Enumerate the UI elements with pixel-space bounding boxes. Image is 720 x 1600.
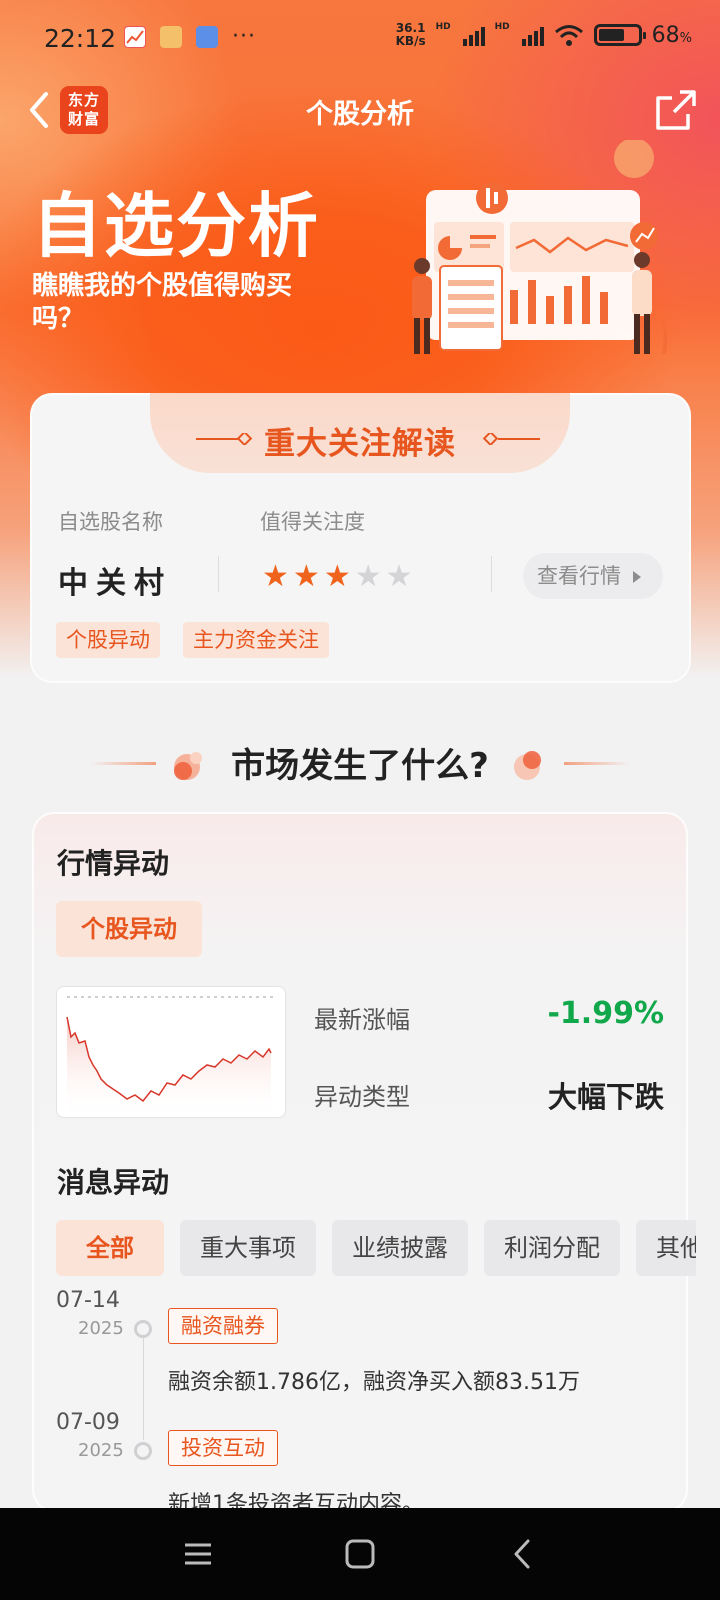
net-speed: 36.1 KB/s [395, 21, 426, 48]
stock-name-label: 自选股名称 [58, 510, 163, 534]
star-icon: ★ [323, 559, 351, 594]
focus-card-title: 重大关注解读 [264, 426, 456, 462]
banner-subtitle: 瞧瞧我的个股值得购买吗？ [32, 271, 293, 334]
battery-percent: 68% [651, 22, 692, 48]
stock-name: 中关村 [58, 566, 172, 601]
tag-main-capital: 主力资金关注 [183, 622, 329, 658]
analysis-illustration-icon [412, 140, 668, 354]
filter-tab-dividend[interactable]: 利润分配 [484, 1220, 620, 1276]
news-tag: 融资融券 [168, 1308, 278, 1344]
baidu-app-icon [196, 26, 218, 48]
heading-line [564, 762, 630, 765]
banner-title: 自选分析 [32, 185, 320, 267]
news-anomaly-title: 消息异动 [57, 1166, 170, 1199]
news-tag: 投资互动 [168, 1430, 278, 1466]
bubble-icon [514, 751, 541, 780]
star-empty-icon: ★ [385, 559, 413, 594]
star-empty-icon: ★ [354, 559, 382, 594]
triangle-right-icon [632, 571, 641, 583]
intraday-mini-chart[interactable] [56, 986, 286, 1118]
signal-icon [462, 24, 485, 46]
filter-tab-earnings[interactable]: 业绩披露 [332, 1220, 468, 1276]
tag-stock-anomaly: 个股异动 [56, 622, 160, 658]
divider [218, 556, 219, 592]
filter-tab-other[interactable]: 其他 [636, 1220, 696, 1276]
hd-label: HD [435, 22, 451, 32]
news-date: 07-14 [56, 1288, 120, 1313]
hd-label-2: HD [494, 22, 510, 32]
filter-tab-all[interactable]: 全部 [56, 1220, 164, 1276]
more-notifications-icon: ··· [232, 24, 256, 49]
signal-icon-2 [521, 24, 544, 46]
menu-icon[interactable] [181, 1537, 215, 1571]
attention-rating: ★ ★ ★ ★ ★ [262, 562, 413, 592]
stock-anomaly-tag[interactable]: 个股异动 [56, 901, 202, 957]
share-icon[interactable] [654, 88, 698, 132]
status-time: 22:12 [44, 24, 117, 53]
title-decoration-icon [482, 433, 540, 445]
timeline-dot-icon [134, 1442, 152, 1460]
news-date: 07-09 [56, 1410, 120, 1435]
anomaly-type-value: 大幅下跌 [547, 1080, 664, 1114]
star-icon: ★ [262, 559, 289, 594]
news-filter-tabs: 全部 重大事项 业绩披露 利润分配 其他 [56, 1220, 696, 1276]
stock-app-icon [124, 26, 146, 48]
market-anomaly-title: 行情异动 [57, 847, 170, 880]
system-back-icon[interactable] [506, 1537, 540, 1571]
timeline-line [143, 1330, 144, 1440]
battery-icon [593, 24, 646, 46]
wifi-icon [554, 25, 583, 46]
filter-tab-major-events[interactable]: 重大事项 [180, 1220, 316, 1276]
notification-icons: ··· [124, 26, 256, 48]
home-icon[interactable] [343, 1537, 377, 1571]
latest-change-label: 最新涨幅 [314, 1006, 410, 1034]
view-quote-button[interactable]: 查看行情 [523, 553, 663, 599]
star-icon: ★ [292, 559, 320, 594]
game-app-icon [160, 26, 182, 48]
page-title: 个股分析 [306, 99, 414, 130]
divider [491, 556, 492, 592]
price-line-chart [66, 996, 277, 1117]
news-text[interactable]: 融资余额1.786亿，融资净买入额83.51万 [168, 1364, 580, 1396]
timeline-dot-icon [134, 1320, 152, 1338]
status-right: 36.1 KB/s HD HD 68% [396, 22, 692, 48]
news-year: 2025 [78, 1318, 124, 1339]
latest-change-value: -1.99% [547, 996, 664, 1031]
attention-label: 值得关注度 [260, 510, 365, 534]
news-year: 2025 [78, 1440, 124, 1461]
anomaly-type-label: 异动类型 [314, 1083, 410, 1111]
